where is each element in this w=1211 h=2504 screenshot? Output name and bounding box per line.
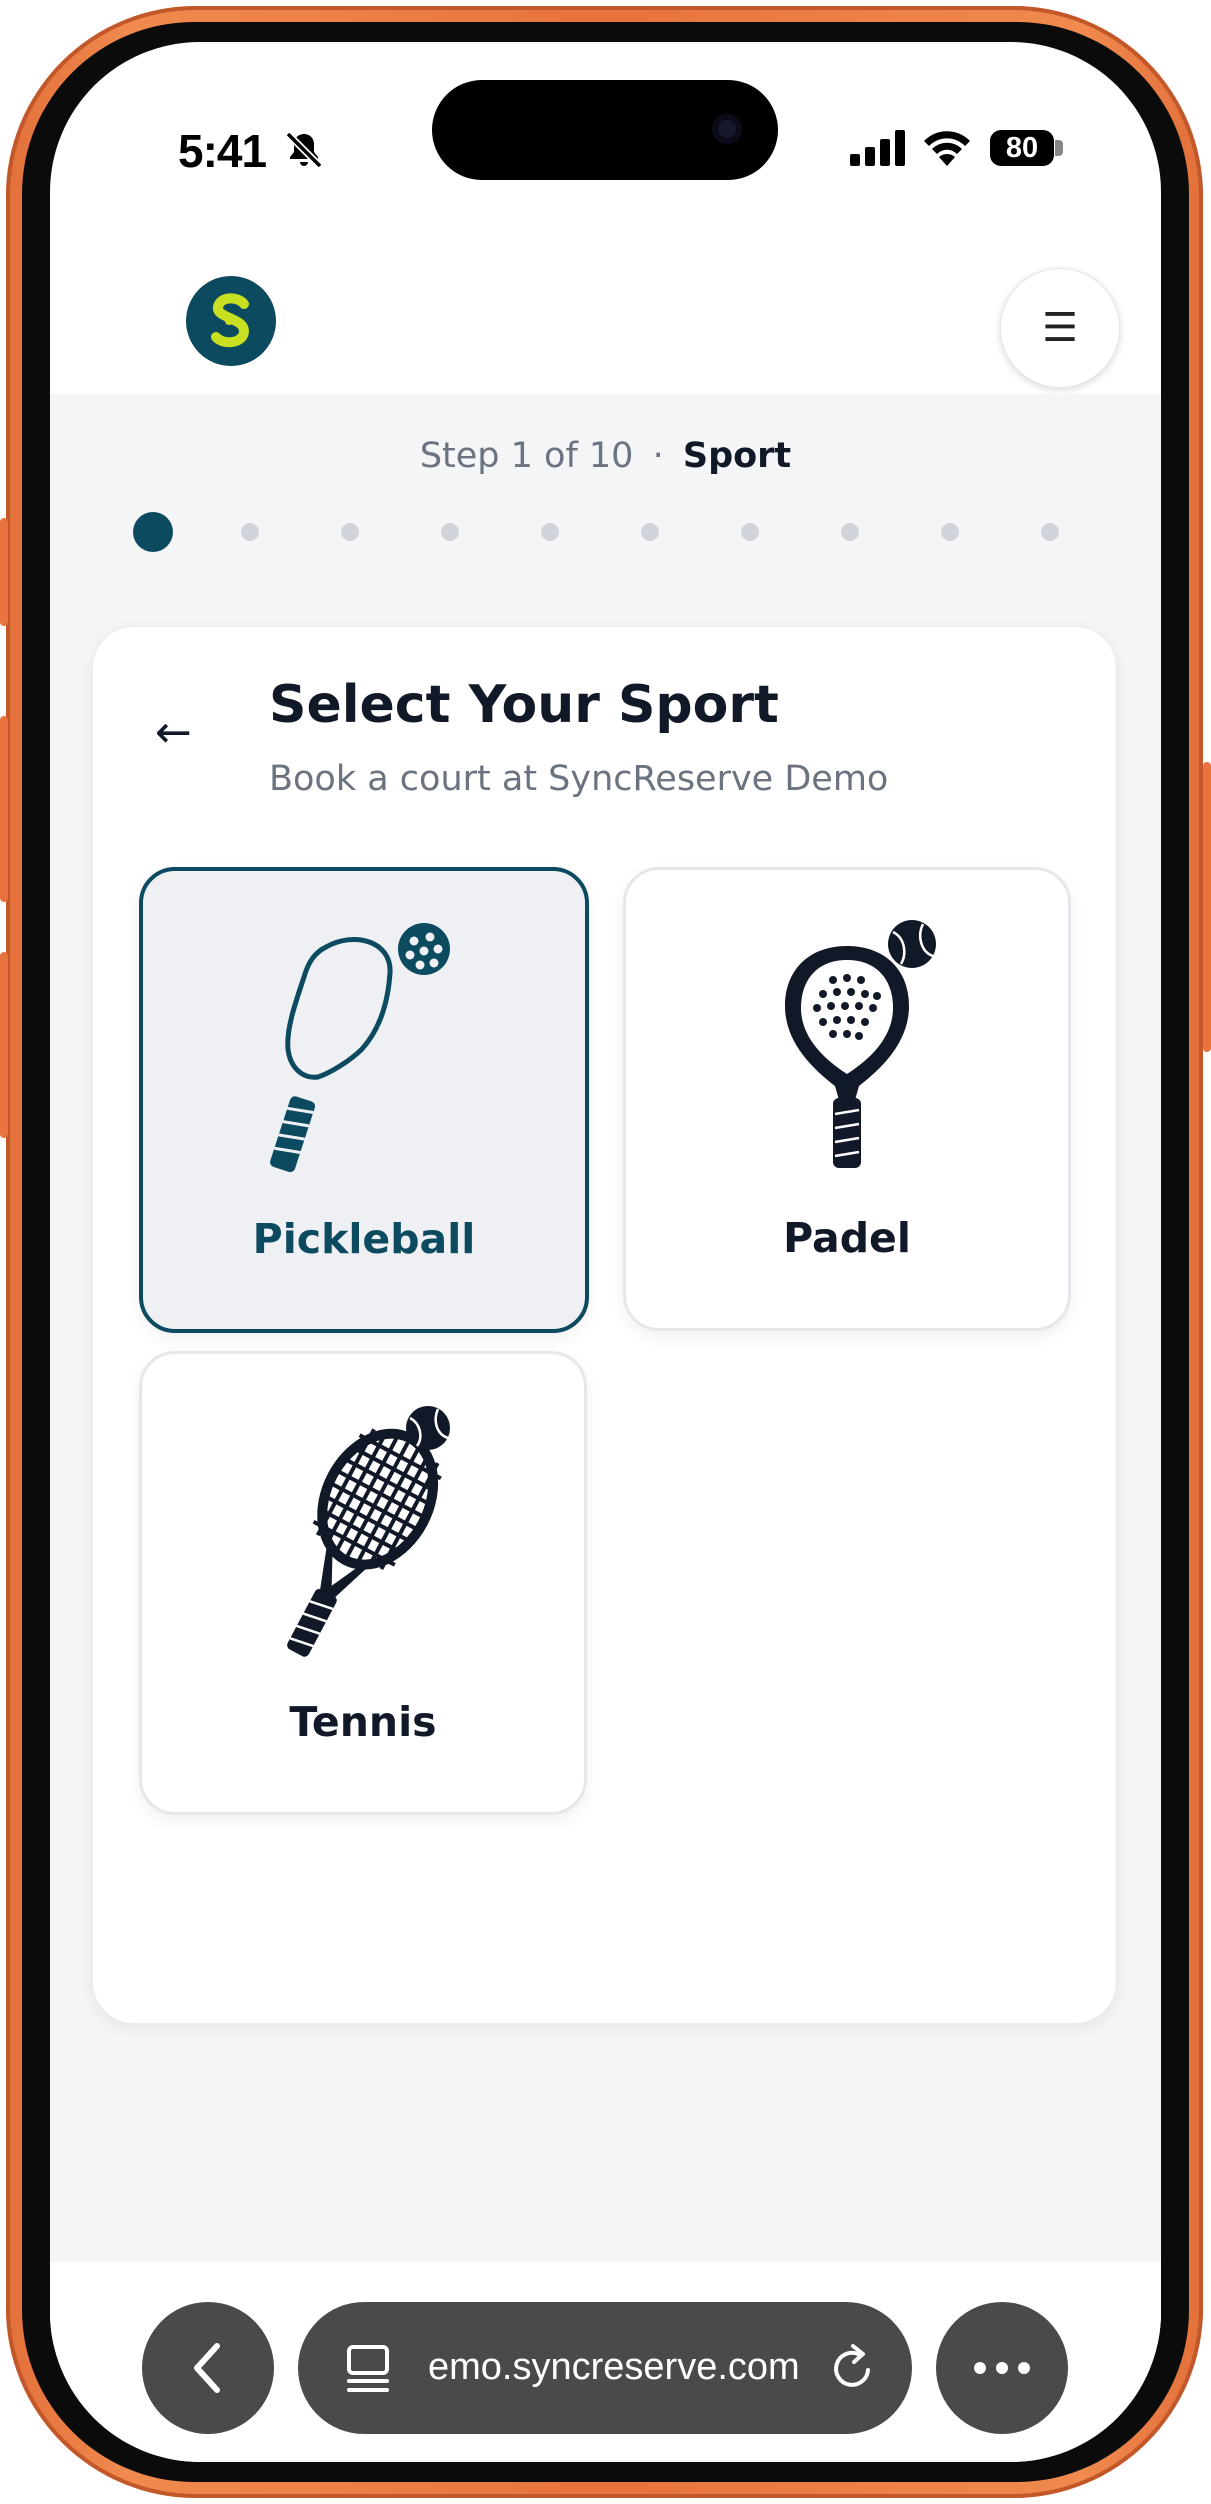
dynamic-island bbox=[432, 80, 778, 180]
wifi-icon bbox=[924, 131, 970, 166]
action-button bbox=[0, 518, 8, 626]
step-progress-dots bbox=[133, 512, 1083, 552]
more-options-button[interactable] bbox=[936, 2302, 1068, 2434]
ellipsis-icon bbox=[974, 2362, 1030, 2374]
page-subtitle: Book a court at SyncReserve Demo bbox=[269, 759, 889, 799]
sport-label: Padel bbox=[783, 1214, 911, 1262]
sport-label: Pickleball bbox=[252, 1215, 476, 1263]
sport-tile-pickleball[interactable]: Pickleball bbox=[139, 867, 589, 1333]
step-dot-active bbox=[133, 512, 173, 552]
volume-up-button bbox=[0, 716, 8, 902]
cellular-signal-icon bbox=[850, 130, 905, 166]
url-text: emo.syncreserve.com bbox=[428, 2346, 800, 2388]
logo-s-icon bbox=[211, 293, 250, 348]
step-text: Step 1 of 10 bbox=[419, 436, 634, 476]
reload-icon[interactable] bbox=[828, 2342, 878, 2394]
tab-overview-icon bbox=[347, 2345, 389, 2392]
sport-tile-padel[interactable]: Padel bbox=[623, 867, 1071, 1331]
page-title: Select Your Sport bbox=[269, 675, 779, 735]
battery-indicator: 80 bbox=[990, 130, 1054, 166]
screen: 5:41 80 ☰ Step 1 of 10 · Sport ← Select … bbox=[50, 42, 1161, 2462]
pickleball-paddle-icon bbox=[270, 923, 450, 1173]
step-dot bbox=[1041, 523, 1059, 541]
address-bar[interactable]: emo.syncreserve.com bbox=[298, 2302, 912, 2434]
camera-icon bbox=[712, 114, 742, 144]
browser-back-button[interactable] bbox=[142, 2302, 274, 2434]
step-dot bbox=[341, 523, 359, 541]
chevron-left-icon bbox=[194, 2343, 220, 2393]
step-dot bbox=[841, 523, 859, 541]
app-header: ☰ bbox=[50, 232, 1161, 392]
step-dot bbox=[241, 523, 259, 541]
sport-selection-card: ← Select Your Sport Book a court at Sync… bbox=[92, 626, 1117, 2024]
app-logo[interactable] bbox=[186, 276, 276, 366]
power-button bbox=[1203, 762, 1211, 1052]
tennis-racket-icon bbox=[287, 1406, 450, 1657]
step-dot bbox=[641, 523, 659, 541]
status-bar: 5:41 80 bbox=[50, 42, 1161, 262]
status-time: 5:41 bbox=[178, 125, 267, 177]
step-dot bbox=[941, 523, 959, 541]
back-arrow-icon[interactable]: ← bbox=[155, 707, 192, 758]
hamburger-icon: ☰ bbox=[1042, 305, 1078, 351]
sport-tile-tennis[interactable]: Tennis bbox=[139, 1351, 587, 1815]
bell-off-icon bbox=[285, 131, 323, 169]
step-name: Sport bbox=[682, 436, 792, 476]
step-dot bbox=[741, 523, 759, 541]
browser-toolbar: emo.syncreserve.com bbox=[50, 2262, 1161, 2462]
volume-down-button bbox=[0, 952, 8, 1138]
step-dot bbox=[441, 523, 459, 541]
menu-button[interactable]: ☰ bbox=[1000, 268, 1120, 388]
sport-label: Tennis bbox=[289, 1698, 437, 1746]
step-indicator: Step 1 of 10 · Sport bbox=[50, 436, 1161, 476]
main-content: Step 1 of 10 · Sport ← Select Your Sport… bbox=[50, 394, 1161, 2344]
battery-cap bbox=[1055, 140, 1063, 156]
step-separator: · bbox=[652, 436, 664, 476]
step-dot bbox=[541, 523, 559, 541]
padel-racket-icon bbox=[785, 920, 936, 1168]
